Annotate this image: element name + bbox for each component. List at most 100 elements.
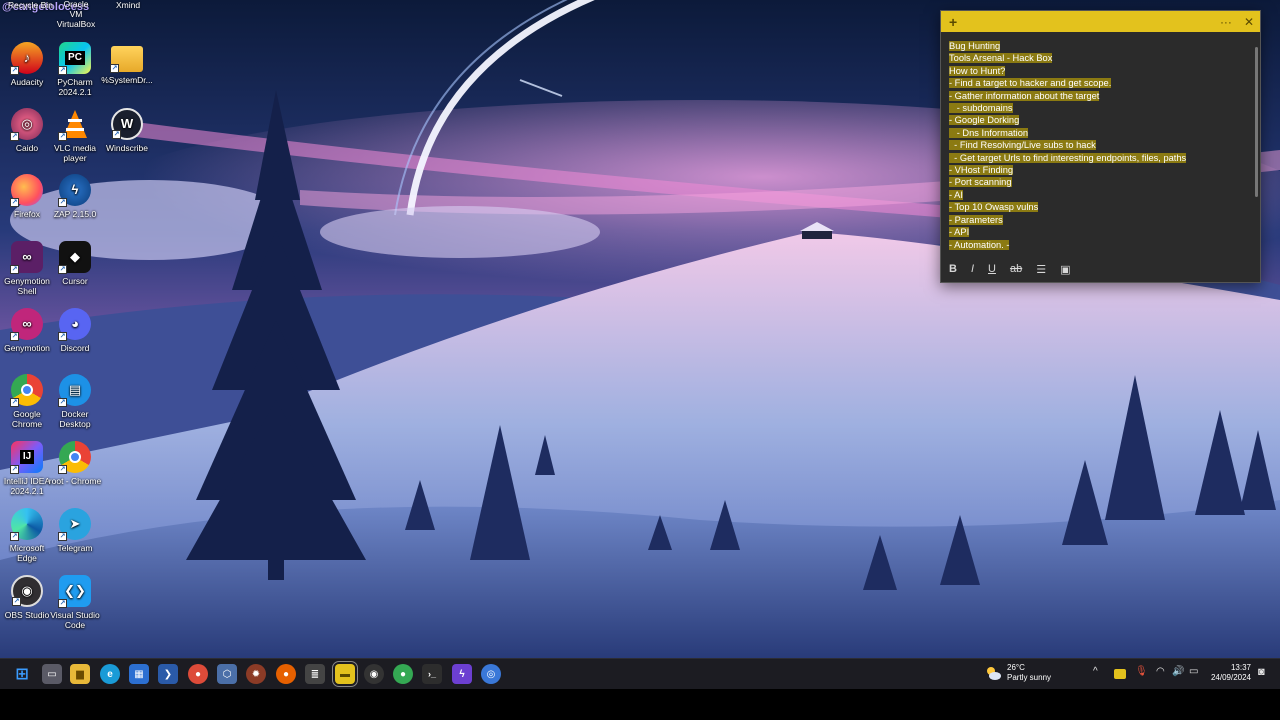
- volume-icon[interactable]: 🔊: [1172, 666, 1184, 677]
- obs-taskbar-button[interactable]: ◉: [364, 664, 384, 684]
- start-button[interactable]: ⊞: [12, 664, 32, 684]
- desktop-icon-genymotion[interactable]: ∞ ↗ Genymotion: [0, 308, 54, 353]
- desktop-icon-genymotion-shell[interactable]: ∞ ↗ Genymotion Shell: [0, 241, 54, 296]
- clock-date: 24/09/2024: [1210, 673, 1251, 682]
- desktop-icon-discord[interactable]: ◕ ↗ Discord: [48, 308, 102, 353]
- chrome-taskbar-button[interactable]: ●: [188, 664, 208, 684]
- xmind-label[interactable]: Xmind: [116, 0, 140, 10]
- desktop-icon-intellij[interactable]: IJ ↗ IntelliJ IDEA 2024.2.1: [0, 441, 54, 496]
- store-button[interactable]: ▦: [129, 664, 149, 684]
- note-line: - Port scanning: [949, 177, 1012, 188]
- note-line: Bug Hunting: [949, 41, 1001, 51]
- chrome-profile-icon: ↗: [58, 441, 91, 474]
- vs-button[interactable]: ϟ: [452, 664, 472, 684]
- desktop-icon-label: Google Chrome: [11, 409, 43, 429]
- desktop-icon-vscode[interactable]: ❮❯ ↗ Visual Studio Code: [48, 575, 102, 630]
- bold-button[interactable]: B: [949, 263, 957, 275]
- wifi-icon[interactable]: ◠: [1156, 666, 1165, 677]
- app-button[interactable]: ◎: [481, 664, 501, 684]
- vscode-icon: ❮❯ ↗: [58, 575, 91, 608]
- desktop-icon-systemdrive[interactable]: ↗ %SystemDr...: [100, 42, 154, 85]
- edge-button[interactable]: e: [100, 664, 120, 684]
- strikethrough-button[interactable]: ab: [1010, 263, 1022, 275]
- sticky-note-titlebar[interactable]: + ··· ✕: [941, 11, 1260, 32]
- desktop-icon-firefox[interactable]: ↗ Firefox: [0, 174, 54, 219]
- desktop-icon-cursor[interactable]: ◆ ↗ Cursor: [48, 241, 102, 286]
- sticky-note-window[interactable]: + ··· ✕ Bug Hunting Tools Arsenal - Hack…: [940, 10, 1261, 283]
- onedrive-icon[interactable]: [1114, 669, 1126, 679]
- windscribe-icon: W ↗: [111, 108, 143, 140]
- bullet-list-button[interactable]: ☰: [1036, 263, 1046, 276]
- vlc-icon: ↗: [58, 108, 91, 141]
- partly-sunny-icon: [987, 667, 1001, 680]
- note-content[interactable]: Bug Hunting Tools Arsenal - Hack Box How…: [941, 32, 1260, 256]
- note-line: - Gather information about the target: [949, 90, 1100, 101]
- desktop-icon-label: ZAP 2.15.0: [53, 209, 97, 219]
- firefox-taskbar-button[interactable]: ●: [276, 664, 296, 684]
- obs-icon: ◉ ↗: [11, 575, 43, 607]
- desktop-icon-label: %SystemDr...: [101, 75, 153, 85]
- sticky-notes-button[interactable]: ▬: [332, 661, 358, 687]
- desktop-icon-docker[interactable]: ▤ ↗ Docker Desktop: [48, 374, 102, 429]
- desktop-icon-telegram[interactable]: ➤ ↗ Telegram: [48, 508, 102, 553]
- desktop-icon-label: IntelliJ IDEA 2024.2.1: [3, 476, 51, 496]
- note-line: - Automation. -: [949, 239, 1010, 250]
- desktop-icon-chrome[interactable]: ↗ Google Chrome: [0, 374, 54, 429]
- desktop-icon-chrome-root[interactable]: ↗ root - Chrome: [48, 441, 102, 486]
- terminal-button[interactable]: ›_: [422, 664, 442, 684]
- desktop-icon-pycharm[interactable]: PC ↗ PyCharm 2024.2.1: [48, 42, 102, 97]
- note-format-toolbar: B I U ab ☰ ▣: [941, 256, 1260, 282]
- microphone-icon[interactable]: 🎙: [1135, 666, 1148, 677]
- telegram-icon: ➤ ↗: [58, 508, 91, 541]
- desktop-icon-label: Caido: [15, 143, 39, 153]
- cursor-icon: ◆ ↗: [58, 241, 91, 274]
- weather-widget[interactable]: 26°C Partly sunny: [985, 663, 1051, 683]
- discord-icon: ◕ ↗: [58, 308, 91, 341]
- edge-icon: ↗: [10, 508, 43, 541]
- desktop-icon-vlc[interactable]: ↗ VLC media player: [48, 108, 102, 163]
- italic-button[interactable]: I: [971, 263, 974, 275]
- battery-icon[interactable]: ▭: [1189, 666, 1198, 677]
- recycle-bin-label[interactable]: Recycle Bin: [8, 0, 53, 10]
- desktop-icon-label: Docker Desktop: [59, 409, 91, 429]
- desktop-icon-label: Audacity: [10, 77, 44, 87]
- desktop-icon-label: Genymotion: [4, 343, 50, 353]
- powershell-button[interactable]: ❯: [158, 664, 178, 684]
- desktop-icon-windscribe[interactable]: W ↗ Windscribe: [100, 108, 154, 153]
- desktop-icon-label: Genymotion Shell: [4, 276, 50, 296]
- desktop-icon-audacity[interactable]: ♪ ↗ Audacity: [0, 42, 54, 87]
- add-note-button[interactable]: +: [949, 14, 957, 30]
- desktop-icon-edge[interactable]: ↗ Microsoft Edge: [0, 508, 54, 563]
- desktop-icon-label: VLC media player: [53, 143, 97, 163]
- note-line: - Dns Information: [949, 127, 1029, 138]
- underline-button[interactable]: U: [988, 263, 996, 275]
- system-clock[interactable]: 13:37 24/09/2024: [1206, 663, 1251, 683]
- insert-image-button[interactable]: ▣: [1060, 263, 1070, 276]
- burp-taskbar-button[interactable]: ✹: [246, 664, 266, 684]
- virtualbox-taskbar-button[interactable]: ⬡: [217, 664, 237, 684]
- desktop-icon-caido[interactable]: ◎ ↗ Caido: [0, 108, 54, 153]
- note-scrollbar[interactable]: [1255, 47, 1258, 197]
- note-line: - subdomains: [949, 103, 1013, 114]
- file-explorer-button[interactable]: ▆: [70, 664, 90, 684]
- chrome-icon: ↗: [10, 374, 43, 407]
- close-note-button[interactable]: ✕: [1244, 15, 1254, 29]
- tray-overflow-chevron-icon[interactable]: ^: [1093, 666, 1098, 677]
- folder-icon: ↗: [110, 46, 143, 73]
- note-line: - Find Resolving/Live subs to hack: [949, 140, 1096, 151]
- virtualbox-label[interactable]: Oracle VM VirtualBox: [56, 0, 96, 29]
- more-options-button[interactable]: ···: [1220, 15, 1232, 29]
- audacity-icon: ♪ ↗: [10, 42, 43, 75]
- notification-bell-icon[interactable]: ◙: [1258, 666, 1265, 678]
- letterbox-bar: [0, 689, 1280, 720]
- task-view-button[interactable]: ▭: [42, 664, 62, 684]
- clock-time: 13:37: [1230, 663, 1251, 672]
- note-line: Tools Arsenal - Hack Box: [949, 53, 1053, 64]
- terminal-app-button[interactable]: ≣: [305, 664, 325, 684]
- desktop-icon-label: Telegram: [57, 543, 93, 553]
- desktop-icon-label: Visual Studio Code: [50, 610, 100, 630]
- desktop-icon-zap[interactable]: ϟ ↗ ZAP 2.15.0: [48, 174, 102, 219]
- firefox-icon: ↗: [10, 174, 43, 207]
- desktop-icon-obs[interactable]: ◉ ↗ OBS Studio: [0, 575, 54, 620]
- chrome-profile-taskbar-button[interactable]: ●: [393, 664, 413, 684]
